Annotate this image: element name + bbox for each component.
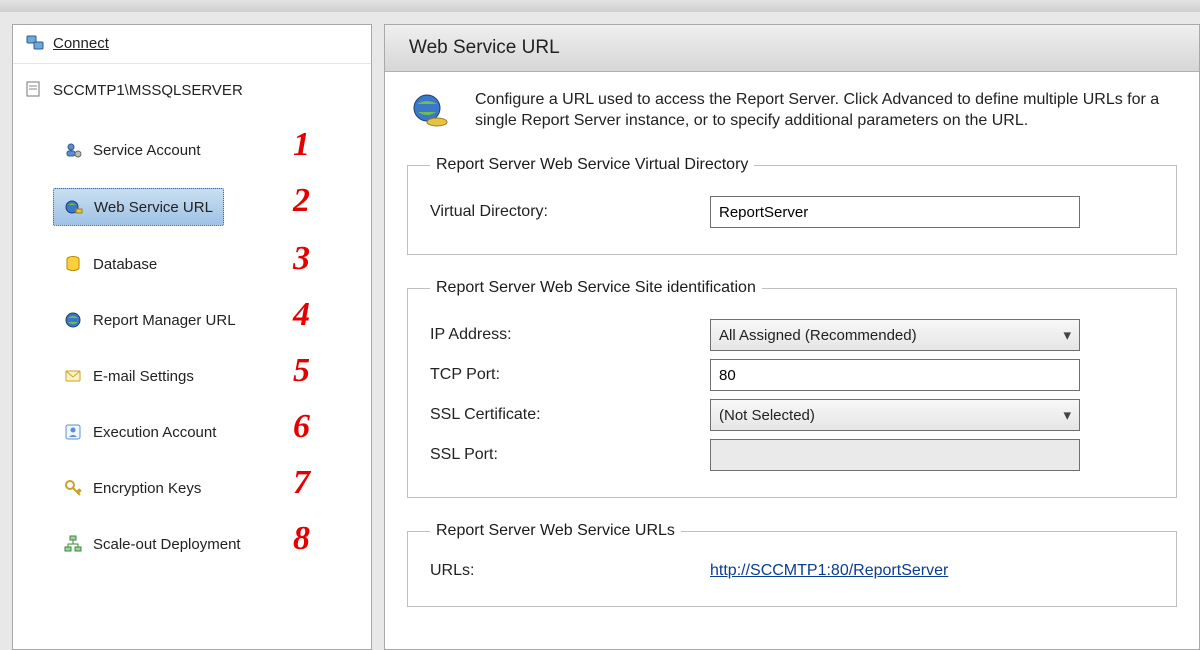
annotation-number: 5	[293, 352, 310, 390]
window-toolbar-strip	[0, 0, 1200, 12]
sidebar-item-e-mail-settings[interactable]: E-mail Settings	[53, 358, 204, 394]
sidebar-item-report-manager-url[interactable]: Report Manager URL	[53, 302, 246, 338]
sidebar-item-label: Report Manager URL	[93, 312, 236, 329]
execution-account-icon	[63, 422, 83, 442]
sidebar-item-label: Scale-out Deployment	[93, 536, 241, 553]
connect-header[interactable]: Connect	[13, 25, 371, 64]
link-report-server-url[interactable]: http://SCCMTP1:80/ReportServer	[710, 562, 948, 580]
service-account-icon	[63, 140, 83, 160]
dropdown-ip-value: All Assigned (Recommended)	[719, 327, 917, 344]
connect-icon	[25, 33, 45, 53]
label-ssl-certificate: SSL Certificate:	[430, 406, 710, 424]
label-ssl-port: SSL Port:	[430, 446, 710, 464]
sidebar-item-label: Encryption Keys	[93, 480, 201, 497]
dropdown-ip-address[interactable]: All Assigned (Recommended) ▾	[710, 319, 1080, 351]
legend-site: Report Server Web Service Site identific…	[430, 279, 762, 297]
server-name: SCCMTP1\MSSQLSERVER	[53, 82, 243, 99]
annotation-number: 1	[293, 126, 310, 164]
connect-label: Connect	[53, 35, 109, 52]
annotation-number: 8	[293, 520, 310, 558]
label-tcp-port: TCP Port:	[430, 366, 710, 384]
database-icon	[63, 254, 83, 274]
chevron-down-icon: ▾	[1063, 406, 1071, 424]
web-service-url-icon	[64, 197, 84, 217]
input-ssl-port	[710, 439, 1080, 471]
annotation-number: 7	[293, 464, 310, 502]
sidebar-item-scale-out-deployment[interactable]: Scale-out Deployment	[53, 526, 251, 562]
left-panel: Connect SCCMTP1\MSSQLSERVER Service Acco…	[12, 24, 372, 650]
input-virtual-directory[interactable]	[710, 196, 1080, 228]
sidebar-item-label: Database	[93, 256, 157, 273]
annotation-number: 2	[293, 182, 310, 220]
sidebar-item-encryption-keys[interactable]: Encryption Keys	[53, 470, 211, 506]
dropdown-ssl-certificate[interactable]: (Not Selected) ▾	[710, 399, 1080, 431]
dropdown-sslcert-value: (Not Selected)	[719, 407, 815, 424]
sidebar-item-label: Execution Account	[93, 424, 216, 441]
page-heading: Web Service URL	[385, 25, 1199, 72]
label-virtual-directory: Virtual Directory:	[430, 203, 710, 221]
report-manager-url-icon	[63, 310, 83, 330]
group-urls: Report Server Web Service URLs URLs: htt…	[407, 522, 1177, 607]
sidebar-item-execution-account[interactable]: Execution Account	[53, 414, 226, 450]
group-site-identification: Report Server Web Service Site identific…	[407, 279, 1177, 498]
chevron-down-icon: ▾	[1063, 326, 1071, 344]
encryption-keys-icon	[63, 478, 83, 498]
globe-icon	[407, 90, 451, 138]
server-icon	[23, 80, 43, 100]
label-ip-address: IP Address:	[430, 326, 710, 344]
sidebar-item-label: E-mail Settings	[93, 368, 194, 385]
server-node[interactable]: SCCMTP1\MSSQLSERVER	[13, 64, 371, 108]
annotation-number: 3	[293, 240, 310, 278]
sidebar-item-label: Service Account	[93, 142, 201, 159]
email-settings-icon	[63, 366, 83, 386]
legend-vdir: Report Server Web Service Virtual Direct…	[430, 156, 754, 174]
sidebar-item-service-account[interactable]: Service Account	[53, 132, 211, 168]
scaleout-deployment-icon	[63, 534, 83, 554]
group-virtual-directory: Report Server Web Service Virtual Direct…	[407, 156, 1177, 255]
legend-urls: Report Server Web Service URLs	[430, 522, 681, 540]
sidebar-item-label: Web Service URL	[94, 199, 213, 216]
label-urls: URLs:	[430, 562, 710, 580]
annotation-number: 6	[293, 408, 310, 446]
right-panel: Web Service URL Configure a URL used to …	[384, 24, 1200, 650]
sidebar-item-web-service-url[interactable]: Web Service URL	[53, 188, 224, 226]
intro-text: Configure a URL used to access the Repor…	[475, 90, 1177, 138]
annotation-number: 4	[293, 296, 310, 334]
input-tcp-port[interactable]	[710, 359, 1080, 391]
sidebar-item-database[interactable]: Database	[53, 246, 167, 282]
